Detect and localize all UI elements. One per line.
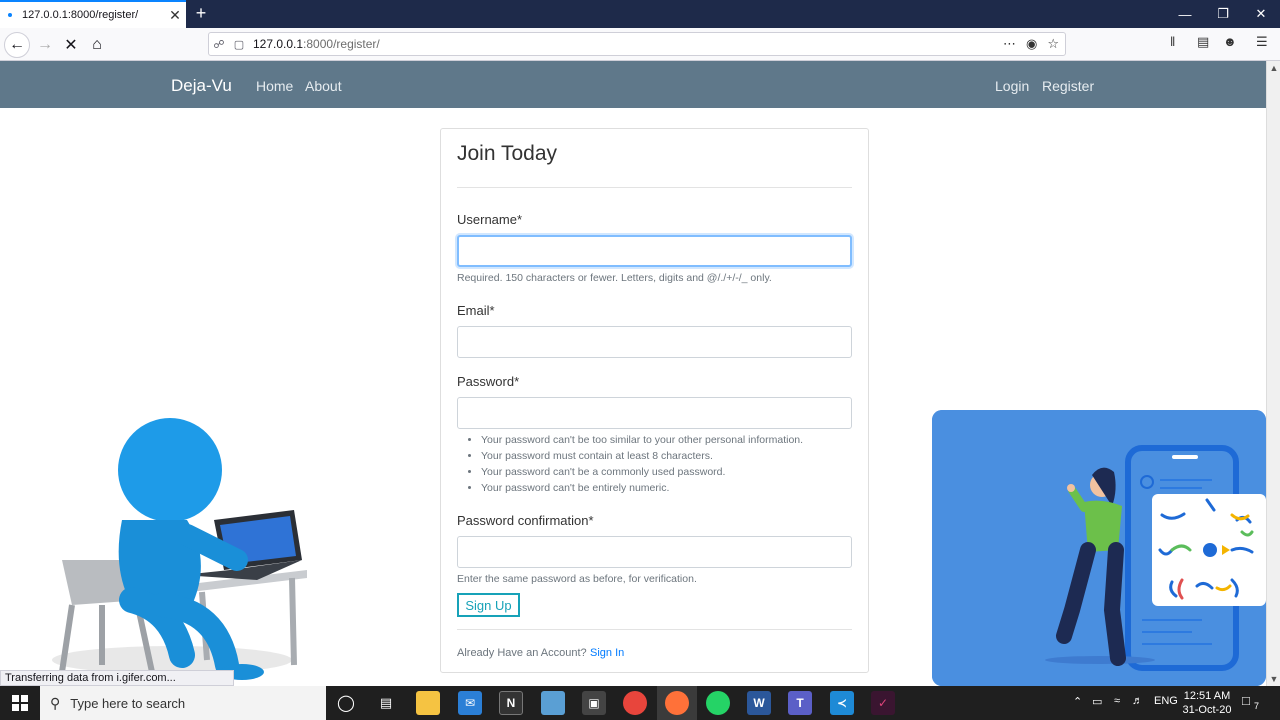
wifi-icon[interactable]: ≈ <box>1114 695 1120 707</box>
sidebar-icon[interactable]: ▤ <box>1197 34 1209 50</box>
scroll-down-icon[interactable]: ▼ <box>1267 672 1280 686</box>
minimize-window-icon[interactable]: — <box>1166 0 1204 28</box>
notion-icon[interactable]: N <box>499 691 523 715</box>
store-icon[interactable]: ▣ <box>582 691 606 715</box>
laptop-figure-image <box>2 410 335 686</box>
password-confirm-label: Password confirmation* <box>457 513 594 528</box>
password-help-item: Your password can't be a commonly used p… <box>481 464 803 480</box>
photos-icon[interactable] <box>541 691 565 715</box>
password-help-item: Your password can't be entirely numeric. <box>481 480 803 496</box>
pocket-icon[interactable]: ◉ <box>1026 36 1037 52</box>
bookmark-star-icon[interactable]: ☆ <box>1047 36 1059 52</box>
file-explorer-icon[interactable] <box>416 691 440 715</box>
email-label: Email* <box>457 303 495 318</box>
whatsapp-icon[interactable] <box>706 691 730 715</box>
page-info-icon[interactable]: ▢ <box>229 38 249 51</box>
tab-loading-indicator <box>8 13 12 17</box>
word-icon[interactable]: W <box>747 691 771 715</box>
search-icon: ⚲ <box>50 694 61 711</box>
status-bar: Transferring data from i.gifer.com... <box>0 670 234 686</box>
vertical-scrollbar[interactable]: ▲ ▼ <box>1266 61 1280 686</box>
new-tab-button[interactable]: + <box>190 2 212 24</box>
account-icon[interactable]: ☻ <box>1223 34 1237 49</box>
media-app-icon[interactable]: ✓ <box>871 691 895 715</box>
site-navbar: Deja-Vu Home About Login Register <box>0 61 1266 108</box>
nav-register-link[interactable]: Register <box>1042 78 1094 94</box>
sign-in-link[interactable]: Sign In <box>590 647 624 659</box>
taskbar-search-box[interactable]: ⚲ Type here to search <box>40 686 326 720</box>
nav-login-link[interactable]: Login <box>995 78 1029 94</box>
clock-date: 31-Oct-20 <box>1182 704 1232 716</box>
already-account-text: Already Have an Account? <box>457 647 587 659</box>
username-label: Username* <box>457 212 523 227</box>
windows-taskbar: ⚲ Type here to search ◯ ▤ ✉ N ▣ W T ≺ ✓ … <box>0 686 1280 720</box>
password-input[interactable] <box>457 397 852 429</box>
close-window-icon[interactable]: ✕ <box>1242 0 1280 28</box>
cortana-icon[interactable]: ◯ <box>334 691 358 715</box>
back-button[interactable]: ← <box>4 32 30 58</box>
tray-expand-icon[interactable]: ⌃ <box>1073 695 1082 708</box>
firefox-icon[interactable] <box>665 691 689 715</box>
menu-icon[interactable]: ☰ <box>1256 34 1268 50</box>
library-icon[interactable]: ‖ <box>1170 34 1175 49</box>
shield-icon[interactable]: ☍ <box>209 38 229 51</box>
vscode-icon[interactable]: ≺ <box>830 691 854 715</box>
username-input[interactable] <box>457 235 852 267</box>
browser-tab[interactable]: 127.0.0.1:8000/register/ ✕ <box>0 0 186 28</box>
register-card: Join Today Username* Required. 150 chara… <box>440 128 869 673</box>
forward-button[interactable]: → <box>32 32 58 58</box>
home-button[interactable]: ⌂ <box>84 32 110 58</box>
taskbar-clock[interactable]: 12:51 AM 31-Oct-20 <box>1178 689 1236 717</box>
password-help-item: Your password can't be too similar to yo… <box>481 432 803 448</box>
phone-illustration-image <box>932 410 1266 686</box>
windows-start-icon[interactable] <box>0 686 40 720</box>
teams-icon[interactable]: T <box>788 691 812 715</box>
scroll-up-icon[interactable]: ▲ <box>1267 61 1280 75</box>
password-help-item: Your password must contain at least 8 ch… <box>481 448 803 464</box>
browser-tabstrip: 127.0.0.1:8000/register/ ✕ + — ❐ ✕ <box>0 0 1280 28</box>
taskbar-search-placeholder: Type here to search <box>70 695 186 711</box>
url-text[interactable]: 127.0.0.1:8000/register/ <box>253 37 1003 51</box>
volume-icon[interactable]: ♬ <box>1132 695 1143 707</box>
notification-count: 7 <box>1254 701 1260 711</box>
clock-time: 12:51 AM <box>1183 690 1231 702</box>
form-title: Join Today <box>457 142 558 165</box>
title-divider <box>457 187 852 188</box>
chrome-icon[interactable] <box>623 691 647 715</box>
battery-icon[interactable]: ▭ <box>1092 695 1102 708</box>
sign-up-button[interactable]: Sign Up <box>457 593 520 617</box>
email-input[interactable] <box>457 326 852 358</box>
footer-divider <box>457 629 852 630</box>
page-actions-icon[interactable]: ⋯ <box>1003 36 1016 52</box>
browser-toolbar: ← → ✕ ⌂ ☍ ▢ 127.0.0.1:8000/register/ ⋯ ◉… <box>0 28 1280 61</box>
site-brand[interactable]: Deja-Vu <box>171 76 232 96</box>
username-help: Required. 150 characters or fewer. Lette… <box>457 272 772 284</box>
tab-title: 127.0.0.1:8000/register/ <box>22 9 139 21</box>
nav-home-link[interactable]: Home <box>256 78 293 94</box>
notification-center-icon[interactable]: □ 7 <box>1242 693 1262 713</box>
nav-about-link[interactable]: About <box>305 78 342 94</box>
url-bar[interactable]: ☍ ▢ 127.0.0.1:8000/register/ ⋯ ◉ ☆ <box>208 32 1066 56</box>
maximize-window-icon[interactable]: ❐ <box>1204 0 1242 28</box>
close-tab-icon[interactable]: ✕ <box>164 7 186 24</box>
language-indicator[interactable]: ENG <box>1154 695 1178 707</box>
password-help-list: Your password can't be too similar to yo… <box>481 432 803 496</box>
password-label: Password* <box>457 374 520 389</box>
stop-loading-button[interactable]: ✕ <box>58 32 84 58</box>
task-view-icon[interactable]: ▤ <box>374 691 398 715</box>
password-confirm-help: Enter the same password as before, for v… <box>457 573 697 585</box>
mail-icon[interactable]: ✉ <box>458 691 482 715</box>
password-confirm-input[interactable] <box>457 536 852 568</box>
